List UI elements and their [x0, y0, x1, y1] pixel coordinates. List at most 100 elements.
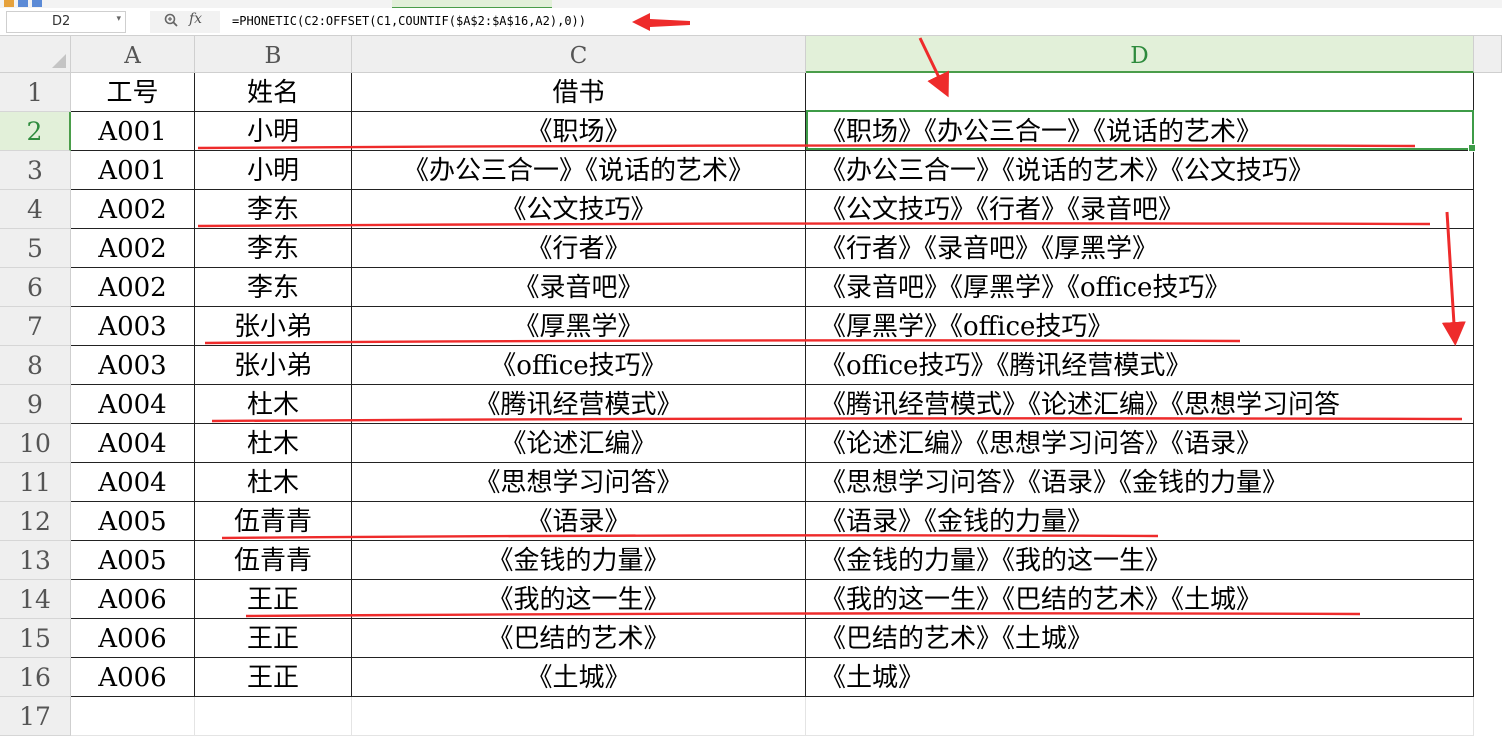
cell-c17[interactable] — [352, 697, 806, 736]
cell-c10[interactable]: 《论述汇编》 — [352, 424, 806, 463]
cell-c12[interactable]: 《语录》 — [352, 502, 806, 541]
column-header-e[interactable] — [1474, 36, 1502, 73]
cell-d11[interactable]: 《思想学习问答》《语录》《金钱的力量》 — [806, 463, 1474, 502]
row-header[interactable]: 4 — [0, 190, 71, 229]
row-header[interactable]: 7 — [0, 307, 71, 346]
cell-b4[interactable]: 李东 — [195, 190, 352, 229]
formula-input[interactable]: =PHONETIC(C2:OFFSET(C1,COUNTIF($A$2:$A$1… — [224, 8, 1494, 34]
cell-a9[interactable]: A004 — [71, 385, 195, 424]
cell-a16[interactable]: A006 — [71, 658, 195, 697]
column-header-c[interactable]: C — [352, 36, 806, 73]
cell-d2[interactable]: 《职场》《办公三合一》《说话的艺术》 — [806, 112, 1474, 151]
cell-b17[interactable] — [195, 697, 352, 736]
cell-c8[interactable]: 《office技巧》 — [352, 346, 806, 385]
cell-d7[interactable]: 《厚黑学》《office技巧》 — [806, 307, 1474, 346]
cell-c15[interactable]: 《巴结的艺术》 — [352, 619, 806, 658]
row-header[interactable]: 15 — [0, 619, 71, 658]
cell-d17[interactable] — [806, 697, 1474, 736]
row-header[interactable]: 3 — [0, 151, 71, 190]
row-header[interactable]: 17 — [0, 697, 71, 736]
cell-c2[interactable]: 《职场》 — [352, 112, 806, 151]
cell-c16[interactable]: 《土城》 — [352, 658, 806, 697]
cell-b2[interactable]: 小明 — [195, 112, 352, 151]
cell-a17[interactable] — [71, 697, 195, 736]
select-all-corner[interactable] — [0, 36, 71, 73]
row-header[interactable]: 9 — [0, 385, 71, 424]
cell-c11[interactable]: 《思想学习问答》 — [352, 463, 806, 502]
formula-bar: D2 ▾ fx =PHONETIC(C2:OFFSET(C1,COUNTIF($… — [0, 8, 1502, 36]
cell-c9[interactable]: 《腾讯经营模式》 — [352, 385, 806, 424]
column-header-d[interactable]: D — [806, 36, 1474, 73]
row-header[interactable]: 12 — [0, 502, 71, 541]
cell-c7[interactable]: 《厚黑学》 — [352, 307, 806, 346]
toolbar-icon[interactable] — [4, 0, 14, 7]
cell-a4[interactable]: A002 — [71, 190, 195, 229]
row-header[interactable]: 14 — [0, 580, 71, 619]
cell-d15[interactable]: 《巴结的艺术》《土城》 — [806, 619, 1474, 658]
cell-b13[interactable]: 伍青青 — [195, 541, 352, 580]
cell-d6[interactable]: 《录音吧》《厚黑学》《office技巧》 — [806, 268, 1474, 307]
cell-d12[interactable]: 《语录》《金钱的力量》 — [806, 502, 1474, 541]
toolbar-icon[interactable] — [18, 0, 28, 7]
cell-b15[interactable]: 王正 — [195, 619, 352, 658]
fx-icon[interactable]: fx — [189, 11, 202, 27]
cell-d1[interactable] — [806, 73, 1474, 112]
cell-a11[interactable]: A004 — [71, 463, 195, 502]
cell-a13[interactable]: A005 — [71, 541, 195, 580]
cell-d13[interactable]: 《金钱的力量》《我的这一生》 — [806, 541, 1474, 580]
cell-a3[interactable]: A001 — [71, 151, 195, 190]
cell-a8[interactable]: A003 — [71, 346, 195, 385]
cell-c1[interactable]: 借书 — [352, 73, 806, 112]
chevron-down-icon[interactable]: ▾ — [116, 14, 121, 24]
cell-a10[interactable]: A004 — [71, 424, 195, 463]
cell-d10[interactable]: 《论述汇编》《思想学习问答》《语录》 — [806, 424, 1474, 463]
cell-c5[interactable]: 《行者》 — [352, 229, 806, 268]
cell-d8[interactable]: 《office技巧》《腾讯经营模式》 — [806, 346, 1474, 385]
row-header[interactable]: 10 — [0, 424, 71, 463]
row-header[interactable]: 11 — [0, 463, 71, 502]
row-header[interactable]: 13 — [0, 541, 71, 580]
row-header[interactable]: 5 — [0, 229, 71, 268]
cell-d4[interactable]: 《公文技巧》《行者》《录音吧》 — [806, 190, 1474, 229]
cell-a12[interactable]: A005 — [71, 502, 195, 541]
cell-c13[interactable]: 《金钱的力量》 — [352, 541, 806, 580]
cell-b14[interactable]: 王正 — [195, 580, 352, 619]
cell-a7[interactable]: A003 — [71, 307, 195, 346]
cell-d3[interactable]: 《办公三合一》《说话的艺术》《公文技巧》 — [806, 151, 1474, 190]
cell-d16[interactable]: 《土城》 — [806, 658, 1474, 697]
column-header-b[interactable]: B — [195, 36, 352, 73]
column-header-a[interactable]: A — [71, 36, 195, 73]
cell-a2[interactable]: A001 — [71, 112, 195, 151]
cell-d5[interactable]: 《行者》《录音吧》《厚黑学》 — [806, 229, 1474, 268]
name-box[interactable]: D2 ▾ — [6, 11, 126, 33]
row-header[interactable]: 16 — [0, 658, 71, 697]
row-header[interactable]: 8 — [0, 346, 71, 385]
cell-b16[interactable]: 王正 — [195, 658, 352, 697]
cell-a14[interactable]: A006 — [71, 580, 195, 619]
row-header[interactable]: 2 — [0, 112, 71, 151]
toolbar-icon[interactable] — [32, 0, 42, 7]
cell-c4[interactable]: 《公文技巧》 — [352, 190, 806, 229]
cell-b8[interactable]: 张小弟 — [195, 346, 352, 385]
cell-a15[interactable]: A006 — [71, 619, 195, 658]
cell-a1[interactable]: 工号 — [71, 73, 195, 112]
cell-b7[interactable]: 张小弟 — [195, 307, 352, 346]
cell-b11[interactable]: 杜木 — [195, 463, 352, 502]
cell-b12[interactable]: 伍青青 — [195, 502, 352, 541]
cell-b3[interactable]: 小明 — [195, 151, 352, 190]
row-header[interactable]: 1 — [0, 73, 71, 112]
cell-b5[interactable]: 李东 — [195, 229, 352, 268]
cell-b10[interactable]: 杜木 — [195, 424, 352, 463]
cell-b6[interactable]: 李东 — [195, 268, 352, 307]
cell-c3[interactable]: 《办公三合一》《说话的艺术》 — [352, 151, 806, 190]
row-header[interactable]: 6 — [0, 268, 71, 307]
cell-b9[interactable]: 杜木 — [195, 385, 352, 424]
cell-c6[interactable]: 《录音吧》 — [352, 268, 806, 307]
cell-d9[interactable]: 《腾讯经营模式》《论述汇编》《思想学习问答 — [806, 385, 1474, 424]
cell-d14[interactable]: 《我的这一生》《巴结的艺术》《土城》 — [806, 580, 1474, 619]
cell-a6[interactable]: A002 — [71, 268, 195, 307]
cell-b1[interactable]: 姓名 — [195, 73, 352, 112]
cell-c14[interactable]: 《我的这一生》 — [352, 580, 806, 619]
cell-a5[interactable]: A002 — [71, 229, 195, 268]
zoom-icon[interactable] — [163, 12, 179, 28]
